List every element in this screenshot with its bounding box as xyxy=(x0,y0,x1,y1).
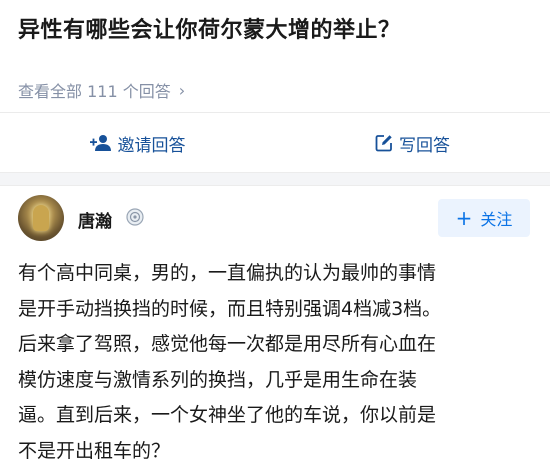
follow-button[interactable]: + 关注 xyxy=(438,199,530,237)
add-user-icon xyxy=(89,135,111,151)
avatar-figure xyxy=(33,205,49,231)
answer-line: 逼。直到后来，一个女神坐了他的车说，你以前是 xyxy=(18,404,437,426)
author-name[interactable]: 唐瀚 xyxy=(78,207,112,232)
write-answer-label: 写回答 xyxy=(399,135,450,156)
follow-label: 关注 xyxy=(480,210,513,229)
answer-line: 后来拿了驾照，感觉他每一次都是用尽所有心血在 xyxy=(18,333,437,355)
badge-icon xyxy=(126,208,144,226)
chevron-right-icon: › xyxy=(178,80,186,100)
question-title[interactable]: 异性有哪些会让你荷尔蒙大增的举止？ xyxy=(18,12,401,44)
view-all-label[interactable]: 查看全部 111 个回答 xyxy=(18,78,171,102)
question-header: 异性有哪些会让你荷尔蒙大增的举止？ 查看全部 111 个回答 › xyxy=(0,0,550,110)
view-all-answers-link[interactable]: 查看全部 111 个回答 › xyxy=(18,78,185,102)
write-answer-button[interactable]: 写回答 xyxy=(275,113,550,173)
answer-line: 是开手动挡换挡的时候，而且特别强调4档减3档。 xyxy=(18,297,442,320)
answer-line: 有个高中同桌，男的，一直偏执的认为最帅的事情 xyxy=(18,262,437,284)
answer-line: 不是开出租车的？ xyxy=(18,439,171,462)
answer-line: 模仿速度与激情系列的换挡，几乎是用生命在装 xyxy=(18,368,418,391)
plus-icon: + xyxy=(455,206,473,230)
question-action-bar: 邀请回答 写回答 xyxy=(0,112,550,173)
invite-answer-label: 邀请回答 xyxy=(117,135,186,156)
edit-icon xyxy=(375,135,392,152)
avatar[interactable] xyxy=(18,195,64,241)
invite-answer-button[interactable]: 邀请回答 xyxy=(0,113,275,173)
answer-body[interactable]: 有个高中同桌，男的，一直偏执的认为最帅的事情 是开手动挡换挡的时候，而且特别强调… xyxy=(18,256,538,469)
section-divider xyxy=(0,172,550,186)
